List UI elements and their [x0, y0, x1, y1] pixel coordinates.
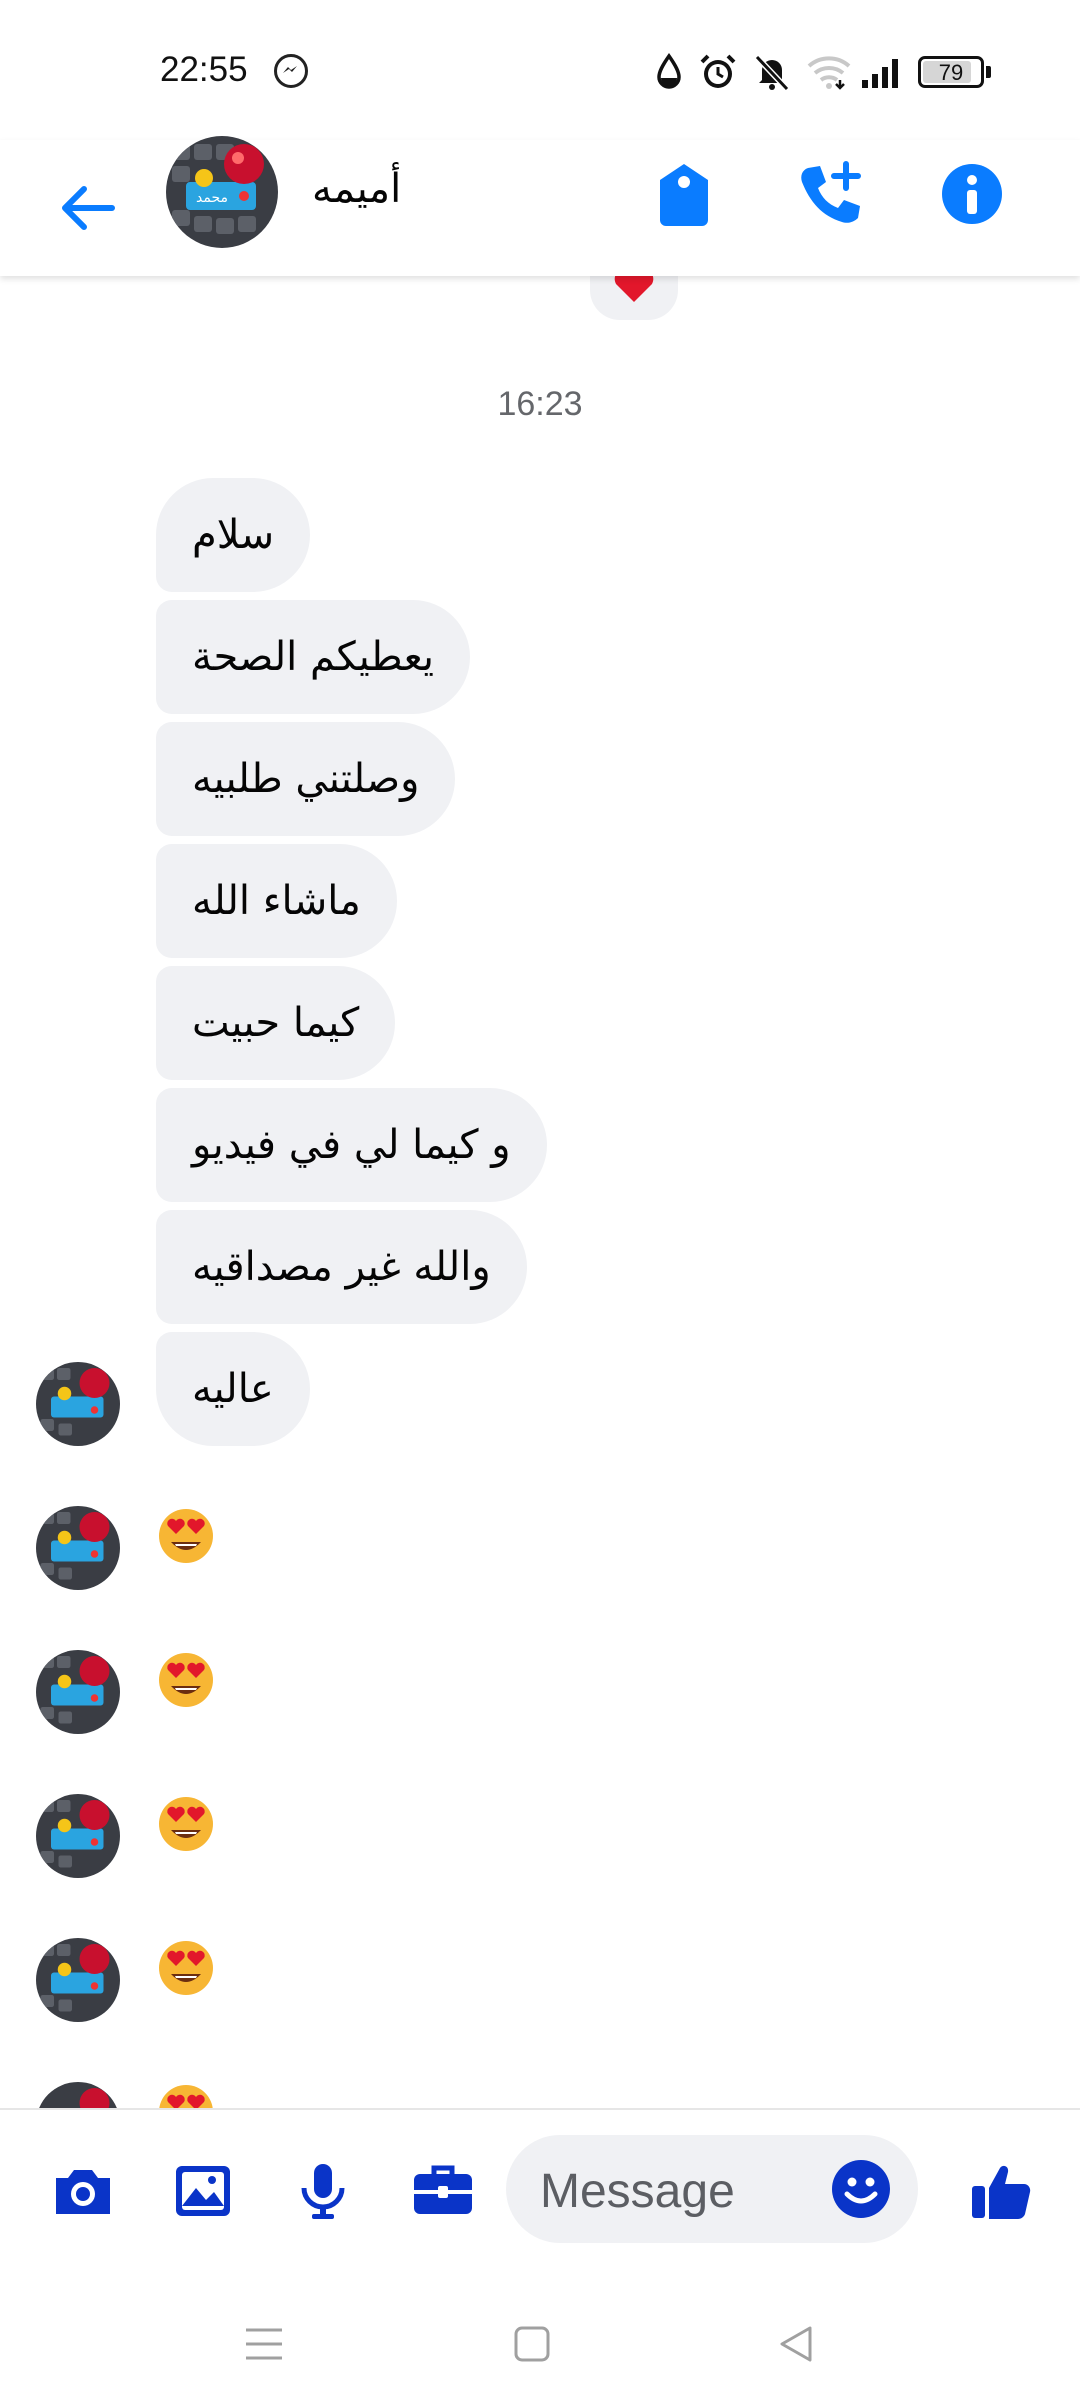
signal-icon	[862, 59, 898, 88]
contact-avatar[interactable]: محمد	[166, 136, 278, 248]
battery-level: 79	[938, 60, 964, 85]
status-bar: 22:55 79	[0, 0, 1080, 140]
back-triangle-icon[interactable]	[776, 2324, 816, 2364]
sender-avatar[interactable]	[36, 1506, 120, 1590]
heart-eyes-emoji-icon[interactable]	[156, 1650, 216, 1710]
message-bubble[interactable]: عاليه	[156, 1332, 310, 1446]
message-bubble[interactable]: يعطيكم الصحة	[156, 600, 470, 714]
add-call-icon[interactable]	[794, 158, 866, 230]
back-arrow-icon[interactable]	[54, 175, 120, 241]
message-bubble[interactable]: والله غير مصداقيه	[156, 1210, 527, 1324]
battery-icon: 79	[918, 56, 984, 88]
message-bubble[interactable]: ماشاء الله	[156, 844, 397, 958]
bell-off-icon	[754, 54, 790, 92]
message-bubble[interactable]: سلام	[156, 478, 311, 592]
alarm-icon	[700, 54, 736, 88]
gallery-icon[interactable]	[170, 2158, 236, 2224]
message-bubble[interactable]: وصلتني طلبيه	[156, 722, 456, 836]
message-bubble[interactable]: و كيما لي في فيديو	[156, 1088, 547, 1202]
camera-icon[interactable]	[50, 2158, 116, 2224]
contact-name[interactable]: أميمه	[312, 166, 401, 212]
heart-eyes-emoji-icon[interactable]	[156, 1794, 216, 1854]
sender-avatar[interactable]	[36, 1650, 120, 1734]
wifi-icon	[807, 56, 851, 90]
heart-eyes-emoji-icon[interactable]	[156, 1938, 216, 1998]
message-placeholder[interactable]: Message	[540, 2164, 735, 2219]
message-bubble[interactable]: كيما حبيت	[156, 966, 396, 1080]
heart-eyes-emoji-icon[interactable]	[156, 1506, 216, 1566]
sender-avatar[interactable]	[36, 1362, 120, 1446]
status-time: 22:55	[160, 50, 248, 89]
sender-avatar[interactable]	[36, 1938, 120, 2022]
messenger-icon	[274, 54, 308, 88]
menu-icon[interactable]	[244, 2324, 284, 2364]
briefcase-icon[interactable]	[410, 2158, 476, 2224]
system-nav-bar	[0, 2280, 1080, 2400]
home-icon[interactable]	[512, 2324, 552, 2364]
emoji-icon[interactable]	[830, 2158, 892, 2220]
chat-header	[0, 140, 1080, 276]
like-icon[interactable]	[968, 2158, 1034, 2224]
timestamp: 16:23	[497, 385, 583, 423]
mic-icon[interactable]	[290, 2158, 356, 2224]
svg-text:محمد: محمد	[196, 190, 228, 206]
info-icon[interactable]	[936, 158, 1008, 230]
water-drop-icon	[657, 52, 681, 89]
tag-icon[interactable]	[648, 158, 720, 230]
sender-avatar[interactable]	[36, 1794, 120, 1878]
